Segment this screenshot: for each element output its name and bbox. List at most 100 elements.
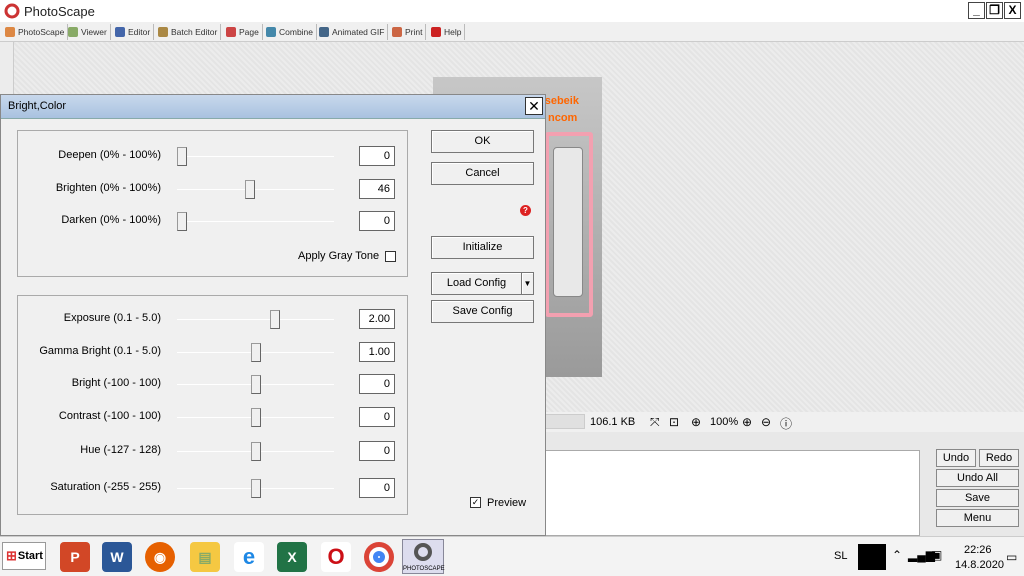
deepen-slider-track[interactable] — [177, 156, 334, 157]
tab-editor[interactable]: Editor — [112, 24, 155, 40]
device-icon[interactable]: ▣ — [931, 548, 942, 562]
tab-label: Viewer — [81, 27, 107, 37]
saturation-value-input[interactable]: 0 — [359, 478, 395, 498]
tab-label: Combine — [279, 27, 314, 37]
gamma-bright-value-input[interactable]: 1.00 — [359, 342, 395, 362]
undo-button[interactable]: Undo — [936, 449, 976, 467]
tab-label: Batch Editor — [171, 27, 218, 37]
tab-animated-gif-icon — [319, 27, 329, 37]
zoom-out-icon[interactable]: ⊖ — [761, 415, 771, 429]
darken-slider-track[interactable] — [177, 221, 334, 222]
close-button[interactable]: X — [1004, 2, 1021, 19]
start-label: Start — [17, 550, 43, 562]
help-icon[interactable]: ? — [520, 205, 531, 216]
gray-tone-checkbox[interactable] — [385, 251, 396, 262]
tab-help-icon — [431, 27, 441, 37]
tray-chevron-icon[interactable]: ⌃ — [892, 548, 902, 562]
brighten-value-input[interactable]: 46 — [359, 179, 395, 199]
clock-date: 14.8.2020 — [955, 559, 1004, 571]
zoom-actual-icon[interactable]: ⊕ — [691, 415, 701, 429]
tab-viewer[interactable]: Viewer — [65, 24, 111, 40]
deepen-slider-thumb[interactable] — [177, 147, 187, 166]
contrast-slider-thumb[interactable] — [250, 408, 261, 427]
cancel-button[interactable]: Cancel — [431, 162, 534, 185]
tab-label: Print — [405, 27, 423, 37]
saturation-label: Saturation (-255 - 255) — [50, 481, 161, 493]
hue-slider-thumb[interactable] — [250, 442, 261, 461]
tab-help[interactable]: Help — [428, 24, 466, 40]
status-bar: 106.1 KB ⤧ ⊡ ⊕ 100% ⊕ ⊖ ⓘ — [545, 412, 1024, 432]
tab-label: Editor — [128, 27, 151, 37]
tab-print[interactable]: Print — [389, 24, 427, 40]
dialog-title: Bright,Color — [8, 100, 67, 112]
zoom-in-icon[interactable]: ⊕ — [742, 415, 752, 429]
file-explorer-icon[interactable]: ▤ — [190, 542, 220, 572]
tab-batch-editor-icon — [158, 27, 168, 37]
hue-value-input[interactable]: 0 — [359, 441, 395, 461]
exposure-label: Exposure (0.1 - 5.0) — [63, 312, 161, 324]
ok-button[interactable]: OK — [431, 130, 534, 153]
excel-icon[interactable]: X — [277, 542, 307, 572]
minimize-button[interactable]: _ — [968, 2, 985, 19]
dialog-title-bar: Bright,Color ✕ — [1, 95, 545, 119]
brighten-slider-track[interactable] — [177, 189, 334, 190]
tab-animated-gif[interactable]: Animated GIF — [316, 24, 389, 40]
tab-combine-icon — [266, 27, 276, 37]
preview-checkbox[interactable]: ✓ — [470, 497, 481, 508]
brighten-slider-thumb[interactable] — [244, 180, 255, 199]
exposure-value-input[interactable]: 2.00 — [359, 309, 395, 329]
save-config-button[interactable]: Save Config — [431, 300, 534, 323]
word-icon[interactable]: W — [102, 542, 132, 572]
chrome-icon[interactable] — [364, 542, 394, 572]
start-button[interactable]: ⊞ Start — [2, 542, 46, 570]
tab-page[interactable]: Page — [223, 24, 263, 40]
zoom-fit-icon[interactable]: ⊡ — [669, 415, 679, 429]
opera-icon[interactable]: O — [321, 542, 351, 572]
bright-label: Bright (-100 - 100) — [71, 377, 161, 389]
tab-bar: PhotoScape Viewer Editor Batch Editor Page Co… — [0, 22, 1024, 42]
photoscape-taskbar-icon[interactable]: PHOTOSCAPE — [402, 539, 445, 574]
redo-button[interactable]: Redo — [979, 449, 1019, 467]
bottom-panel — [545, 450, 920, 536]
tab-batch-editor[interactable]: Batch Editor — [155, 24, 222, 40]
exposure-slider-track[interactable] — [177, 319, 334, 320]
firefox-icon[interactable]: ◉ — [145, 542, 175, 572]
info-icon[interactable]: ⓘ — [780, 415, 792, 432]
language-indicator: SL — [834, 550, 848, 562]
windows-logo-icon: ⊞ — [6, 548, 17, 563]
exposure-slider-thumb[interactable] — [269, 310, 280, 329]
gamma-bright-slider-thumb[interactable] — [250, 343, 261, 362]
fit-icon[interactable]: ⤧ — [650, 415, 660, 430]
tab-combine[interactable]: Combine — [263, 24, 318, 40]
bright-slider-thumb[interactable] — [250, 375, 261, 394]
hue-label: Hue (-127 - 128) — [80, 444, 161, 456]
darken-slider-thumb[interactable] — [177, 212, 187, 231]
phone — [553, 147, 583, 297]
contrast-label: Contrast (-100 - 100) — [58, 410, 161, 422]
save-button[interactable]: Save — [936, 489, 1019, 507]
deepen-label: Deepen (0% - 100%) — [58, 149, 161, 161]
menu-button[interactable]: Menu — [936, 509, 1019, 527]
tab-label: PhotoScape — [18, 27, 65, 37]
tab-label: Help — [444, 27, 462, 37]
saturation-slider-thumb[interactable] — [250, 479, 261, 498]
black-tray-icon[interactable] — [858, 544, 886, 570]
deepen-value-input[interactable]: 0 — [359, 146, 395, 166]
tab-editor-icon — [115, 27, 125, 37]
brighten-label: Brighten (0% - 100%) — [55, 182, 161, 194]
internet-explorer-icon[interactable]: e — [234, 542, 264, 572]
dialog-close-button[interactable]: ✕ — [525, 97, 543, 115]
tab-photoscape[interactable]: PhotoScape — [2, 24, 69, 40]
undo-all-button[interactable]: Undo All — [936, 469, 1019, 487]
load-config-dropdown-icon[interactable]: ▼ — [521, 272, 534, 295]
powerpoint-icon[interactable]: P — [60, 542, 90, 572]
restore-button[interactable]: ❐ — [986, 2, 1003, 19]
zoom-level: 100% — [710, 416, 739, 428]
notification-icon[interactable]: ▭ — [1006, 550, 1017, 564]
darken-value-input[interactable]: 0 — [359, 211, 395, 231]
contrast-value-input[interactable]: 0 — [359, 407, 395, 427]
tab-print-icon — [392, 27, 402, 37]
bright-value-input[interactable]: 0 — [359, 374, 395, 394]
load-config-button[interactable]: Load Config — [431, 272, 522, 295]
initialize-button[interactable]: Initialize — [431, 236, 534, 259]
